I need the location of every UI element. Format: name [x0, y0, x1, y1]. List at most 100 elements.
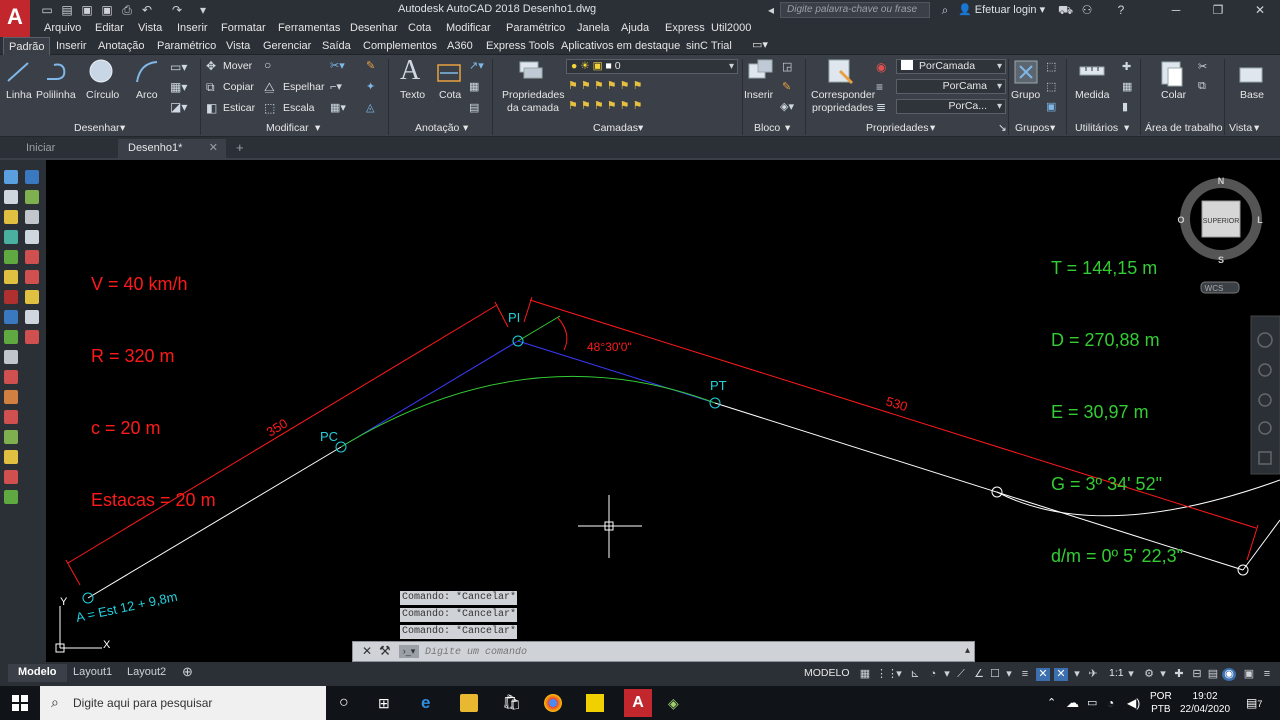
dimension-ext-left-a[interactable]: [65, 559, 81, 586]
restore-button[interactable]: ❐: [1208, 2, 1228, 18]
clean-screen-icon[interactable]: ▣: [1242, 668, 1256, 681]
panel-expand-camadas-icon[interactable]: ▾: [638, 122, 643, 134]
close-tab-icon[interactable]: ✕: [209, 141, 218, 154]
toolbar-sign-icon[interactable]: [4, 410, 18, 424]
customize-status-icon[interactable]: ≡: [1260, 668, 1274, 681]
command-prompt-icon[interactable]: ›_▾: [399, 645, 419, 658]
app-taskbar-icon[interactable]: ◈: [668, 694, 686, 712]
toolbar-tree2-icon[interactable]: [4, 490, 18, 504]
base-view-icon[interactable]: [1237, 60, 1265, 86]
chrome-icon[interactable]: [544, 694, 562, 712]
panel-expand-propriedades-icon[interactable]: ▾: [930, 122, 935, 134]
layer-properties-icon[interactable]: [516, 58, 546, 86]
offset-icon[interactable]: ◬: [366, 101, 374, 114]
dimension-button[interactable]: Cota: [439, 89, 461, 101]
qat-dropdown-icon[interactable]: ▾: [196, 3, 210, 17]
grid-icon[interactable]: ▦: [858, 668, 872, 681]
group-icon[interactable]: [1012, 58, 1040, 86]
cut-icon[interactable]: ✂: [1198, 60, 1207, 73]
array-icon[interactable]: ▦▾: [330, 101, 346, 114]
point-style-icon[interactable]: ▦: [1122, 80, 1132, 93]
create-block-icon[interactable]: ◲: [782, 60, 792, 73]
mirror-button[interactable]: Espelhar: [283, 81, 324, 93]
group-button[interactable]: Grupo: [1011, 89, 1040, 101]
panel-expand-anotacao-icon[interactable]: ▾: [463, 122, 468, 134]
notifications-icon[interactable]: ▤7: [1246, 694, 1264, 712]
edge-icon[interactable]: e: [421, 694, 439, 712]
layer-dropdown[interactable]: ● ☀ ▣ ■ 0: [566, 59, 738, 74]
copy-button[interactable]: Copiar: [223, 81, 254, 93]
panel-title-propriedades[interactable]: Propriedades: [866, 122, 928, 134]
table-icon[interactable]: ▦: [469, 80, 479, 93]
toolbar-tool-palettes-icon[interactable]: [4, 210, 18, 224]
save-icon[interactable]: ▣: [80, 3, 94, 17]
drawing-canvas[interactable]: PI PC PT 48°30'0" 350 530 A = Est 12 + 9…: [46, 160, 1280, 662]
ortho-icon[interactable]: ⊾: [908, 668, 922, 681]
layer-tools-row2-icon[interactable]: ⚑ ⚑ ⚑ ⚑ ⚑ ⚑: [568, 99, 642, 112]
volume-icon[interactable]: ◀): [1127, 694, 1145, 712]
menu-inserir[interactable]: Inserir: [177, 22, 208, 34]
panel-title-bloco[interactable]: Bloco: [754, 122, 780, 134]
toolbar-text-icon[interactable]: [4, 310, 18, 324]
move-button[interactable]: Mover: [223, 60, 252, 72]
minimize-button[interactable]: ─: [1166, 2, 1186, 18]
rotate-icon[interactable]: ○: [264, 58, 271, 72]
windows-start-icon[interactable]: [11, 694, 29, 712]
angle-arc[interactable]: [557, 317, 568, 351]
block-attributes-icon[interactable]: ◈▾: [780, 100, 794, 113]
toolbar-named-views-icon[interactable]: [25, 170, 39, 184]
tab-express-tools[interactable]: Express Tools: [486, 40, 554, 52]
tab-anotacao[interactable]: Anotação: [98, 40, 144, 52]
toolbar-parking-icon[interactable]: [4, 450, 18, 464]
command-input[interactable]: [425, 645, 925, 659]
toolbar-car-icon[interactable]: [4, 370, 18, 384]
isodraft-icon[interactable]: ⟋: [954, 668, 968, 681]
binoculars-icon[interactable]: ⌕: [938, 3, 952, 17]
quick-properties-icon[interactable]: ▤: [1206, 668, 1220, 681]
panel-title-area-de-trabalho[interactable]: Área de trabalho: [1145, 122, 1223, 134]
transparency-icon[interactable]: ✕: [1036, 668, 1050, 681]
circle-button[interactable]: Círculo: [86, 89, 119, 101]
erase-icon[interactable]: ✎: [366, 59, 375, 72]
panel-expand-desenhar-icon[interactable]: ▾: [120, 122, 125, 134]
toolbar-layer-state-icon[interactable]: [25, 330, 39, 344]
panel-expand-modificar-icon[interactable]: ▾: [315, 122, 320, 134]
tangent-segment-pc-pi[interactable]: [340, 340, 519, 448]
print-icon[interactable]: ⎙: [120, 3, 134, 17]
toolbar-tree-icon[interactable]: [4, 330, 18, 344]
tab-modelo[interactable]: Modelo: [8, 664, 67, 682]
add-layout-button[interactable]: ⊕: [172, 662, 203, 680]
lineweight-dropdown[interactable]: PorCa...: [896, 99, 1006, 114]
task-view-icon[interactable]: ⊞: [378, 694, 396, 712]
toolbar-markup-icon[interactable]: [4, 230, 18, 244]
toolbar-building-icon[interactable]: [4, 470, 18, 484]
paste-icon[interactable]: [1158, 58, 1186, 88]
autocad-taskbar-icon[interactable]: A: [624, 689, 652, 717]
new-tab-button[interactable]: +: [226, 137, 254, 156]
compass-s[interactable]: S: [1218, 255, 1224, 265]
units-icon[interactable]: ⊟: [1190, 668, 1204, 681]
panel-title-vista[interactable]: Vista: [1229, 122, 1252, 134]
base-button[interactable]: Base: [1240, 89, 1264, 101]
panel-expand-vista-icon[interactable]: ▾: [1254, 122, 1259, 134]
annotation-monitor-icon[interactable]: ✚: [1172, 668, 1186, 681]
object-snap-dropdown-icon[interactable]: ▾: [1002, 668, 1016, 681]
polar-dropdown-icon[interactable]: ▾: [940, 668, 954, 681]
login-button[interactable]: 👤 Efetuar login ▾: [958, 3, 1045, 16]
match-properties-icon[interactable]: [826, 57, 856, 87]
battery-icon[interactable]: ▭: [1087, 694, 1105, 712]
menu-janela[interactable]: Janela: [577, 22, 609, 34]
search-expand-icon[interactable]: ◂: [764, 3, 778, 17]
linetype-dropdown[interactable]: PorCama: [896, 79, 1006, 94]
open-file-icon[interactable]: ▤: [60, 3, 74, 17]
panel-title-utilitarios[interactable]: Utilitários: [1075, 122, 1118, 134]
menu-modificar[interactable]: Modificar: [446, 22, 491, 34]
snap-dropdown-icon[interactable]: ▾: [892, 668, 906, 681]
workspace-icon[interactable]: ⚙: [1142, 668, 1156, 681]
panel-expand-bloco-icon[interactable]: ▾: [785, 122, 790, 134]
cloud-icon[interactable]: ☁: [1066, 694, 1084, 712]
panel-expand-grupos-icon[interactable]: ▾: [1050, 122, 1055, 134]
cortana-icon[interactable]: ○: [339, 694, 357, 712]
edit-block-icon[interactable]: ✎: [782, 80, 791, 93]
panel-title-camadas[interactable]: Camadas: [593, 122, 638, 134]
